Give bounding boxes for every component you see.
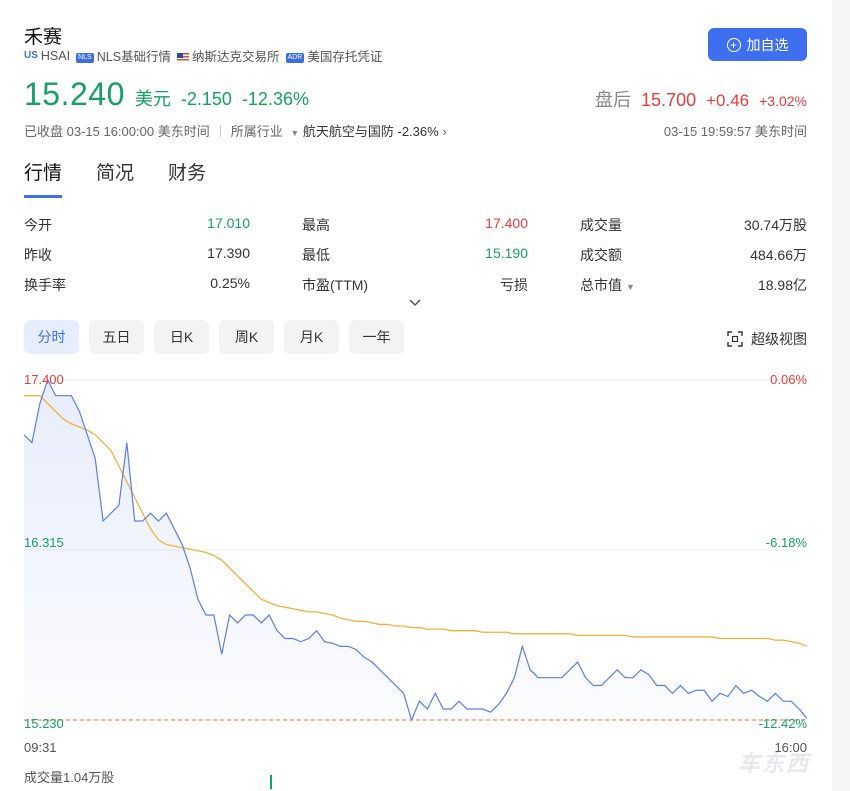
y-tick-top: 17.400 xyxy=(24,372,64,387)
tab-monthly-k[interactable]: 月K xyxy=(284,320,339,354)
stock-tags: US HSAI NLS NLS基础行情 纳斯达克交易所 ADR 美国存托凭证 xyxy=(24,46,382,65)
stat-volume: 成交量 30.74万股 xyxy=(580,217,807,233)
stat-prev-close: 昨收 17.390 xyxy=(24,245,250,263)
tab-five-day[interactable]: 五日 xyxy=(89,320,144,354)
scrollbar[interactable] xyxy=(832,0,850,791)
fullscreen-icon xyxy=(727,331,743,347)
stat-turnover-rate: 换手率 0.25% xyxy=(24,275,250,293)
super-view-button[interactable]: 超级视图 xyxy=(727,329,807,349)
stock-name: 禾赛 xyxy=(24,27,63,48)
chevron-right-icon: › xyxy=(442,124,447,139)
price-change: -2.150 xyxy=(180,89,232,109)
stat-open: 今开 17.010 xyxy=(24,215,250,233)
exchange-tag: 纳斯达克交易所 xyxy=(177,46,280,65)
after-hours-time: 03-15 19:59:57 美东时间 xyxy=(663,124,807,139)
stat-low: 最低 15.190 xyxy=(302,245,528,263)
price-row: 15.240 美元 -2.150 -12.36% xyxy=(24,76,309,113)
us-flag-icon xyxy=(177,53,190,63)
watermark-logo: 车东西 xyxy=(737,751,810,776)
tab-financials[interactable]: 财务 xyxy=(168,158,206,198)
intraday-chart[interactable] xyxy=(24,370,807,722)
y-tick-bottom: 15.230 xyxy=(24,716,64,731)
y-pct-mid: -6.18% xyxy=(765,535,807,550)
tab-market[interactable]: 行情 xyxy=(24,158,63,198)
caret-down-icon: ▼ xyxy=(290,128,300,138)
adr-icon: ADR xyxy=(285,52,305,63)
plus-circle-icon: + xyxy=(726,37,741,52)
add-watchlist-button[interactable]: + 加自选 xyxy=(708,28,807,61)
volume-bar xyxy=(270,775,272,789)
stat-high: 最高 17.400 xyxy=(302,215,528,233)
divider xyxy=(219,124,221,137)
industry-link[interactable]: 所属行业 ▼ 航天航空与国防 -2.36% › xyxy=(231,121,447,140)
tab-intraday[interactable]: 分时 xyxy=(24,320,79,354)
market-tag: US HSAI xyxy=(24,48,71,63)
chevron-down-icon[interactable] xyxy=(408,296,422,310)
y-pct-bottom: -12.42% xyxy=(758,716,807,731)
after-hours-change: +0.46 xyxy=(706,91,750,110)
stat-pe: 市盈(TTM) 亏损 xyxy=(302,277,528,293)
market-status: 已收盘 03-15 16:00:00 美东时间 xyxy=(24,124,210,139)
y-pct-top: 0.06% xyxy=(770,372,807,387)
currency: 美元 xyxy=(134,89,171,109)
adr-tag: ADR 美国存托凭证 xyxy=(285,50,383,64)
stats-row: 昨收 17.390 最低 15.190 成交额 484.66万 xyxy=(24,240,807,270)
last-price: 15.240 xyxy=(24,76,125,112)
us-market-icon: US xyxy=(24,50,38,62)
data-source-tag: NLS NLS基础行情 xyxy=(76,50,172,64)
volume-label: 成交量1.04万股 xyxy=(24,770,115,785)
y-tick-mid: 16.315 xyxy=(24,535,64,550)
main-tabs: 行情 简况 财务 xyxy=(24,158,206,198)
stats-row: 今开 17.010 最高 17.400 成交量 30.74万股 xyxy=(24,210,807,240)
tab-weekly-k[interactable]: 周K xyxy=(219,320,274,354)
market-status-row: 已收盘 03-15 16:00:00 美东时间 所属行业 ▼ 航天航空与国防 -… xyxy=(24,121,447,140)
after-hours-quote: 盘后 15.700 +0.46 +3.02% xyxy=(595,86,807,112)
tab-daily-k[interactable]: 日K xyxy=(154,320,209,354)
stat-turnover: 成交额 484.66万 xyxy=(580,247,807,263)
stat-market-cap: 总市值 ▼ 18.98亿 xyxy=(580,277,807,293)
after-hours-label: 盘后 xyxy=(595,90,632,110)
caret-down-icon: ▼ xyxy=(626,282,635,292)
after-hours-change-pct: +3.02% xyxy=(759,93,807,109)
stats-grid: 今开 17.010 最高 17.400 成交量 30.74万股 昨收 17.390 最低… xyxy=(24,210,807,300)
after-hours-price: 15.700 xyxy=(641,90,697,110)
period-tabs: 分时 五日 日K 周K 月K 一年 xyxy=(24,320,404,354)
tab-profile[interactable]: 简况 xyxy=(96,158,134,198)
industry-value: 航天航空与国防 -2.36% xyxy=(302,124,439,139)
tab-one-year[interactable]: 一年 xyxy=(349,320,404,354)
x-tick-start: 09:31 xyxy=(24,740,57,755)
industry-label: 所属行业 xyxy=(230,124,283,139)
price-change-pct: -12.36% xyxy=(241,89,309,109)
nls-icon: NLS xyxy=(76,52,94,63)
